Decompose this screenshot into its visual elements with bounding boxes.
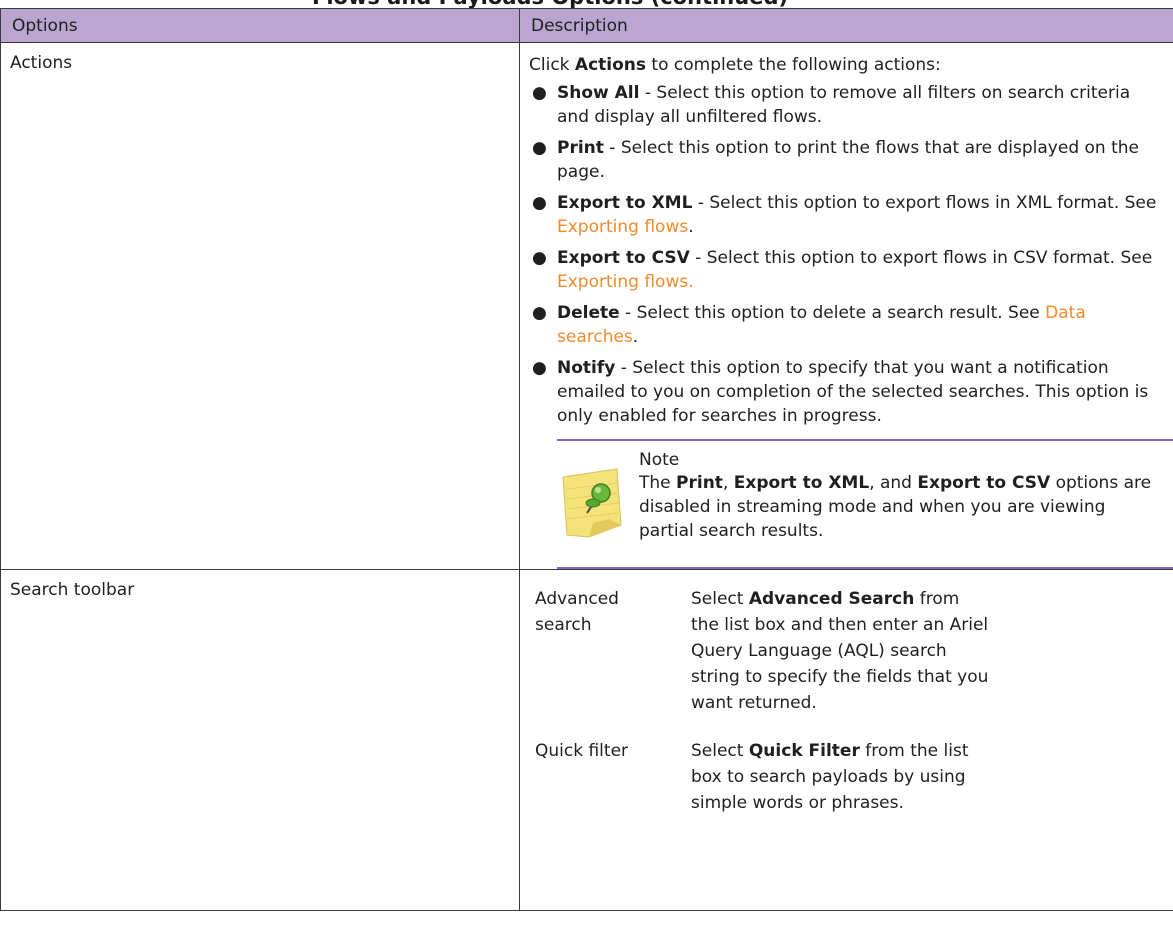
bullet-icon: ● bbox=[532, 358, 547, 378]
exporting-flows-link[interactable]: Exporting flows bbox=[557, 217, 688, 237]
definition-advanced-search: Select Advanced Search from the list box… bbox=[691, 589, 989, 713]
sticky-note-pushpin-icon bbox=[562, 468, 622, 538]
list-item: ● Delete - Select this option to delete a… bbox=[532, 303, 1086, 347]
bullet-icon: ● bbox=[532, 83, 547, 103]
bullet-icon: ● bbox=[532, 193, 547, 213]
list-item: ● Export to CSV - Select this option to e… bbox=[532, 248, 1153, 292]
option-search-toolbar: Search toolbar bbox=[10, 580, 135, 600]
table-row: Search toolbar Advanced search Select Ad… bbox=[0, 569, 1173, 911]
bullet-icon: ● bbox=[532, 303, 547, 323]
note-text: The Print, Export to XML, and Export to … bbox=[639, 473, 1152, 541]
clipped-title: Flows and Payloads Options (continued) bbox=[0, 0, 1173, 8]
list-item: ● Export to XML - Select this option to e… bbox=[532, 193, 1157, 237]
option-cell: Search toolbar bbox=[0, 569, 520, 911]
header-description: Description bbox=[519, 8, 1173, 43]
options-table: Options Description Actions Click Action… bbox=[0, 8, 1173, 911]
definition-quick-filter: Select Quick Filter from the list box to… bbox=[691, 741, 969, 813]
actions-list: ● Show All - Select this option to remove… bbox=[529, 81, 1173, 428]
list-item: ● Show All - Select this option to remove… bbox=[532, 83, 1131, 127]
exporting-flows-link[interactable]: Exporting flows. bbox=[557, 272, 694, 292]
description-cell: Click Actions to complete the following … bbox=[519, 42, 1173, 570]
term-quick-filter: Quick filter bbox=[535, 741, 629, 761]
definition-list: Advanced search Select Advanced Search f… bbox=[529, 580, 1173, 910]
list-item: ● Notify - Select this option to specify … bbox=[532, 358, 1149, 426]
description-cell: Advanced search Select Advanced Search f… bbox=[519, 569, 1173, 911]
table-header-row: Options Description bbox=[0, 8, 1173, 43]
actions-intro: Click Actions to complete the following … bbox=[529, 55, 941, 75]
bullet-icon: ● bbox=[532, 248, 547, 268]
header-options: Options bbox=[0, 8, 520, 43]
note-box: Note The Print, Export to XML, and Expor… bbox=[557, 439, 1173, 569]
option-actions: Actions bbox=[10, 53, 73, 73]
term-advanced-search: Advanced search bbox=[535, 589, 619, 635]
bullet-icon: ● bbox=[532, 138, 547, 158]
page-title: Flows and Payloads Options (continued) bbox=[312, 0, 788, 8]
note-title: Note bbox=[639, 450, 680, 470]
list-item: ● Print - Select this option to print the… bbox=[532, 138, 1139, 182]
table-row: Actions Click Actions to complete the fo… bbox=[0, 42, 1173, 570]
option-cell: Actions bbox=[0, 42, 520, 570]
